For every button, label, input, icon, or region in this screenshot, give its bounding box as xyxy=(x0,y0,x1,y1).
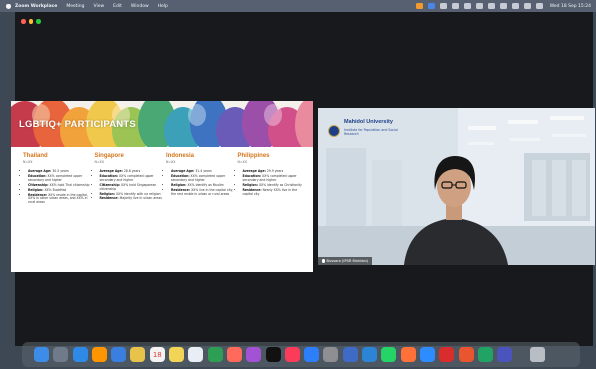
photo-booth-icon[interactable] xyxy=(226,347,242,362)
music-icon[interactable] xyxy=(284,347,300,362)
menu-app-name[interactable]: Zoom Workplace xyxy=(15,4,57,9)
speaker-video-tile[interactable]: Mahidol University Institute for Populat… xyxy=(318,108,595,265)
safari-icon[interactable] xyxy=(72,347,88,362)
camera-status-icon[interactable] xyxy=(439,3,447,9)
notes-icon[interactable] xyxy=(169,347,185,362)
window-controls xyxy=(21,19,44,24)
list-item: Residence: Nearly XX% live in the capita… xyxy=(243,188,307,197)
sample-size: N=XX xyxy=(237,160,247,164)
list-item: Residence: Majority live in urban areas xyxy=(100,196,164,201)
preview-icon[interactable] xyxy=(342,347,358,362)
finder-icon[interactable] xyxy=(34,347,49,362)
country-column: Indonesia N=XX Average Age: 31.4 years E… xyxy=(166,153,238,206)
list-item: Education: XX% completed upper secondary… xyxy=(243,174,307,183)
mail-icon[interactable] xyxy=(111,347,127,362)
menu-item-view[interactable]: View xyxy=(93,4,104,9)
slide-title: LGBTIQ+ PARTICIPANTS xyxy=(19,119,136,130)
sample-size: N=XX xyxy=(23,160,33,164)
participant-name-tag: Bussara (IPSR Mahidol) xyxy=(318,257,373,265)
menu-bar: Zoom Workplace Meeting View Edit Window … xyxy=(0,0,596,12)
trash-icon[interactable] xyxy=(530,347,546,362)
close-window-icon[interactable] xyxy=(21,19,26,24)
stat-list: Average Age: 29.9 years Education: XX% c… xyxy=(238,169,307,197)
status-area: Wed 18 Sep 15:24 xyxy=(411,0,591,12)
organization-name: Mahidol University xyxy=(344,119,393,125)
stat-list: Average Age: 28.8 years Education: XX% c… xyxy=(95,169,164,201)
country-heading: Thailand xyxy=(23,153,48,159)
podcasts-icon[interactable] xyxy=(246,347,262,362)
stat-list: Average Age: 30.5 years Education: XX% c… xyxy=(23,169,92,206)
acrobat-icon[interactable] xyxy=(439,347,455,362)
menu-clock[interactable]: Wed 18 Sep 15:24 xyxy=(550,4,591,9)
list-item: Education: XX% completed upper secondary… xyxy=(171,174,235,183)
zoom-icon[interactable] xyxy=(419,347,435,362)
list-item: Citizenship: XX% hold Singaporean citize… xyxy=(100,183,164,192)
fullscreen-window-icon[interactable] xyxy=(36,19,41,24)
whatsapp-icon[interactable] xyxy=(381,347,397,362)
reminders-icon[interactable] xyxy=(188,347,204,362)
photos-icon[interactable] xyxy=(130,347,146,362)
minimize-window-icon[interactable] xyxy=(28,19,33,24)
menu-item-window[interactable]: Window xyxy=(131,4,149,9)
excel-icon[interactable] xyxy=(477,347,493,362)
mahidol-logo-icon xyxy=(328,125,340,137)
calendar-icon[interactable]: 18 xyxy=(149,347,165,362)
zoom-status-icon[interactable] xyxy=(415,3,423,9)
settings-icon[interactable] xyxy=(323,347,339,362)
sample-size: N=XX xyxy=(94,160,104,164)
wifi-status-icon[interactable] xyxy=(511,3,519,9)
control-center-icon[interactable] xyxy=(535,3,543,9)
country-column: Singapore N=XX Average Age: 28.8 years E… xyxy=(95,153,167,206)
country-heading: Singapore xyxy=(94,153,124,159)
bluetooth-status-icon[interactable] xyxy=(499,3,507,9)
country-column: Philippines N=XX Average Age: 29.9 years… xyxy=(238,153,310,206)
country-column: Thailand N=XX Average Age: 30.5 years Ed… xyxy=(23,153,95,206)
list-item: Education: XX% completed upper secondary… xyxy=(28,174,92,183)
display-status-icon[interactable] xyxy=(475,3,483,9)
teams-icon[interactable] xyxy=(497,347,513,362)
participant-name: Bussara (IPSR Mahidol) xyxy=(326,259,369,263)
dock: 18 xyxy=(22,342,580,367)
search-status-icon[interactable] xyxy=(523,3,531,9)
list-item: Education: XX% completed upper secondary… xyxy=(100,174,164,183)
country-columns: Thailand N=XX Average Age: 30.5 years Ed… xyxy=(23,153,309,206)
launchpad-icon[interactable] xyxy=(53,347,69,362)
menu-item-edit[interactable]: Edit xyxy=(113,4,122,9)
list-item: Residence: XX% reside in the capital, XX… xyxy=(28,193,92,206)
record-status-icon[interactable] xyxy=(451,3,459,9)
office-icon[interactable] xyxy=(458,347,474,362)
shared-slide: LGBTIQ+ PARTICIPANTS Thailand N=XX Avera… xyxy=(11,101,313,272)
firefox-icon[interactable] xyxy=(400,347,416,362)
apple-tv-icon[interactable] xyxy=(265,347,281,362)
menu-item-help[interactable]: Help xyxy=(158,4,168,9)
organization-subtitle: Institute for Population and Social Rese… xyxy=(344,128,398,136)
list-item: Residence: XX% live in the capital city,… xyxy=(171,188,235,197)
chrome-icon[interactable] xyxy=(207,347,223,362)
stat-list: Average Age: 31.4 years Education: XX% c… xyxy=(166,169,235,197)
messages-icon[interactable] xyxy=(91,347,107,362)
country-heading: Indonesia xyxy=(166,153,195,159)
vscode-icon[interactable] xyxy=(362,347,378,362)
sample-size: N=XX xyxy=(166,160,176,164)
microphone-icon xyxy=(322,259,325,263)
dropbox-status-icon[interactable] xyxy=(463,3,471,9)
apple-menu-icon[interactable] xyxy=(6,3,11,9)
menu-item-meeting[interactable]: Meeting xyxy=(66,4,84,9)
country-heading: Philippines xyxy=(237,153,270,159)
battery-status-icon[interactable] xyxy=(487,3,495,9)
screen-share-status-icon[interactable] xyxy=(427,3,435,9)
app-store-icon[interactable] xyxy=(304,347,320,362)
